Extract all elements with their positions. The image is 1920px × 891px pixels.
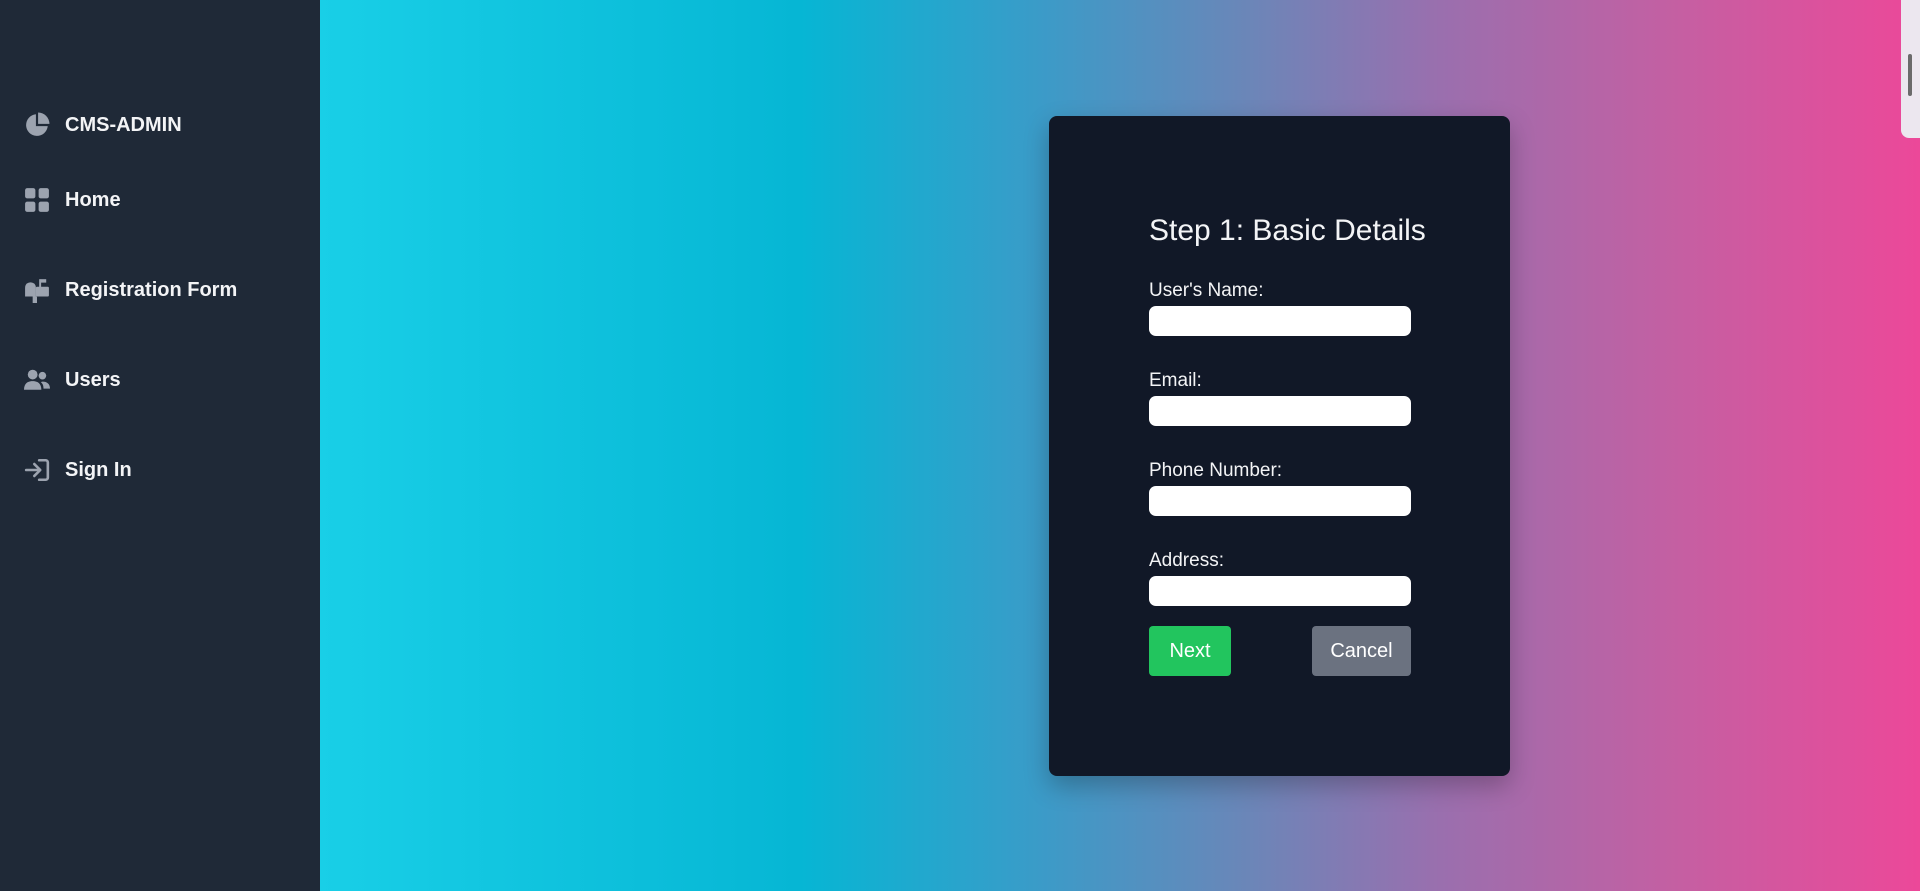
address-input[interactable] [1149,576,1411,606]
pie-chart-icon [26,112,50,136]
form-title: Step 1: Basic Details [1149,214,1426,247]
registration-form-card: Step 1: Basic Details User's Name: Email… [1049,116,1510,776]
users-name-input[interactable] [1149,306,1411,336]
email-label: Email: [1149,370,1202,391]
users-icon [24,369,50,390]
scrollbar-thumb[interactable] [1908,54,1912,96]
cancel-button[interactable]: Cancel [1312,626,1411,676]
sidebar-item-cms-admin[interactable]: CMS-ADMIN [24,112,182,138]
sidebar-item-label: Sign In [65,458,132,481]
mailbox-icon [25,279,49,303]
phone-number-input[interactable] [1149,486,1411,516]
scrollbar[interactable] [1901,0,1920,138]
sidebar: CMS-ADMIN Home Registration Form Users S… [0,0,320,891]
sign-in-icon [24,458,50,482]
main-content: Step 1: Basic Details User's Name: Email… [320,0,1920,891]
sidebar-item-users[interactable]: Users [24,367,121,393]
address-label: Address: [1149,550,1224,571]
phone-number-label: Phone Number: [1149,460,1283,481]
sidebar-item-label: Users [65,368,121,391]
sidebar-item-label: Home [65,188,121,211]
grid-icon [25,188,49,212]
sidebar-item-registration-form[interactable]: Registration Form [24,277,237,303]
sidebar-item-home[interactable]: Home [24,187,121,213]
email-input[interactable] [1149,396,1411,426]
sidebar-item-sign-in[interactable]: Sign In [24,457,132,483]
users-name-label: User's Name: [1149,280,1264,301]
next-button[interactable]: Next [1149,626,1231,676]
sidebar-item-label: CMS-ADMIN [65,113,182,136]
sidebar-item-label: Registration Form [65,278,238,301]
